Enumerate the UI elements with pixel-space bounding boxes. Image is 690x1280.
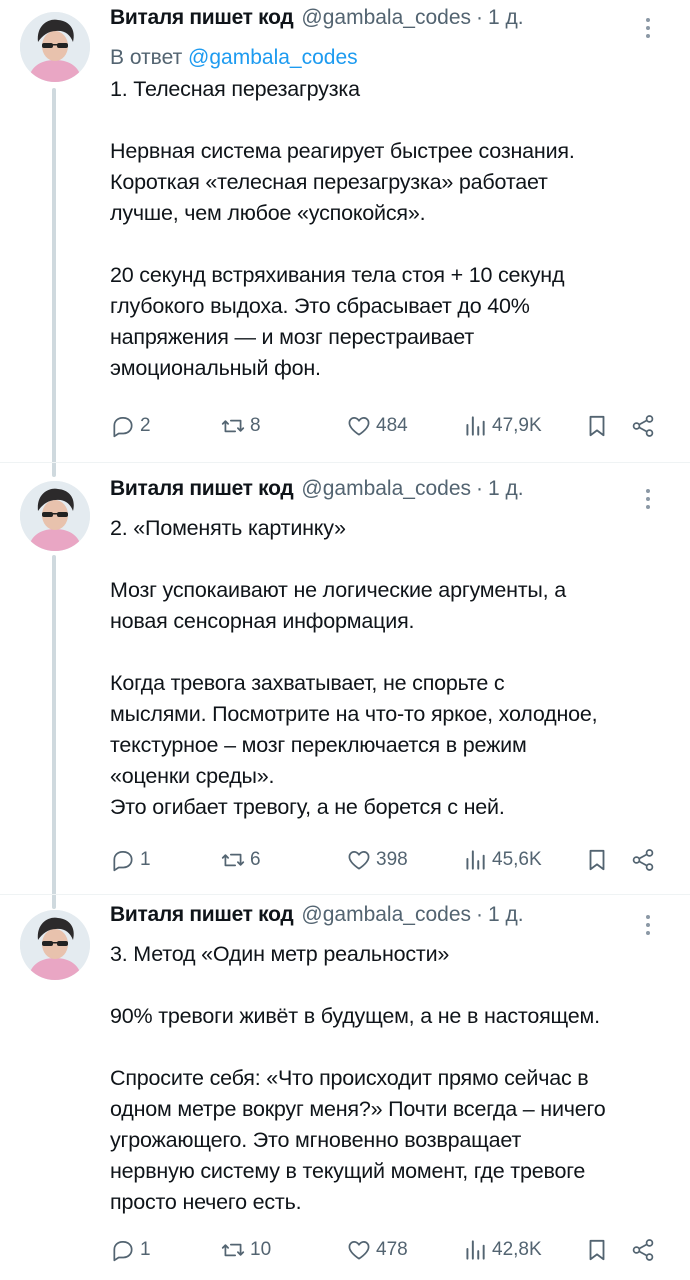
heart-icon (348, 1241, 370, 1260)
retweet-count: 10 (250, 1239, 272, 1260)
views-icon (466, 416, 485, 436)
views-count: 42,8K (492, 1239, 542, 1260)
avatar[interactable] (20, 910, 90, 980)
like-count: 398 (376, 849, 408, 870)
like-count: 478 (376, 1239, 408, 1260)
share-button[interactable] (630, 847, 656, 873)
share-button[interactable] (630, 1237, 656, 1263)
avatar[interactable] (20, 481, 90, 551)
reply-count: 1 (140, 1239, 151, 1260)
heart-icon (348, 851, 370, 870)
retweet-button[interactable]: 6 (220, 847, 261, 873)
retweet-icon (221, 853, 245, 867)
actions-wrap: 1 10 478 42,8K (110, 895, 668, 1280)
tweet[interactable]: Виталя пишет код @gambala_codes · 1 д. 3… (0, 895, 690, 1280)
views-button[interactable]: 45,6K (462, 847, 542, 873)
reply-icon (113, 851, 133, 872)
like-button[interactable]: 484 (346, 413, 408, 439)
tweet[interactable]: Виталя пишет код @gambala_codes · 1 д. В… (0, 0, 690, 477)
views-button[interactable]: 47,9K (462, 413, 542, 439)
retweet-count: 6 (250, 849, 261, 870)
tweet-actions: 1 6 398 45,6K (110, 843, 668, 877)
thread-connector (52, 88, 56, 477)
views-icon (466, 850, 485, 870)
share-icon (632, 849, 654, 871)
actions-wrap: 2 8 484 47,9K (110, 0, 668, 463)
reply-count: 2 (140, 415, 151, 436)
tweet-actions: 1 10 478 42,8K (110, 1233, 668, 1267)
reply-button[interactable]: 1 (110, 847, 151, 873)
bookmark-button[interactable] (584, 1237, 610, 1263)
views-icon (466, 1240, 485, 1260)
reply-count: 1 (140, 849, 151, 870)
reply-icon (113, 417, 133, 438)
retweet-button[interactable]: 10 (220, 1237, 271, 1263)
bookmark-icon (589, 415, 605, 437)
tweet-actions: 2 8 484 47,9K (110, 409, 668, 443)
tweet[interactable]: Виталя пишет код @gambala_codes · 1 д. 2… (0, 463, 690, 909)
retweet-icon (221, 1243, 245, 1257)
like-count: 484 (376, 415, 408, 436)
views-button[interactable]: 42,8K (462, 1237, 542, 1263)
share-button[interactable] (630, 413, 656, 439)
views-count: 45,6K (492, 849, 542, 870)
retweet-icon (221, 419, 245, 433)
views-count: 47,9K (492, 415, 542, 436)
thread-feed: Виталя пишет код @gambala_codes · 1 д. В… (0, 0, 690, 1280)
share-icon (632, 415, 654, 437)
thread-connector (52, 555, 56, 909)
share-icon (632, 1239, 654, 1261)
bookmark-icon (589, 849, 605, 871)
reply-icon (113, 1241, 133, 1262)
like-button[interactable]: 398 (346, 847, 408, 873)
bookmark-button[interactable] (584, 413, 610, 439)
heart-icon (348, 417, 370, 436)
reply-button[interactable]: 1 (110, 1237, 151, 1263)
retweet-count: 8 (250, 415, 261, 436)
retweet-button[interactable]: 8 (220, 413, 261, 439)
actions-wrap: 1 6 398 45,6K (110, 463, 668, 895)
avatar[interactable] (20, 12, 90, 82)
like-button[interactable]: 478 (346, 1237, 408, 1263)
bookmark-button[interactable] (584, 847, 610, 873)
bookmark-icon (589, 1239, 605, 1261)
reply-button[interactable]: 2 (110, 413, 151, 439)
